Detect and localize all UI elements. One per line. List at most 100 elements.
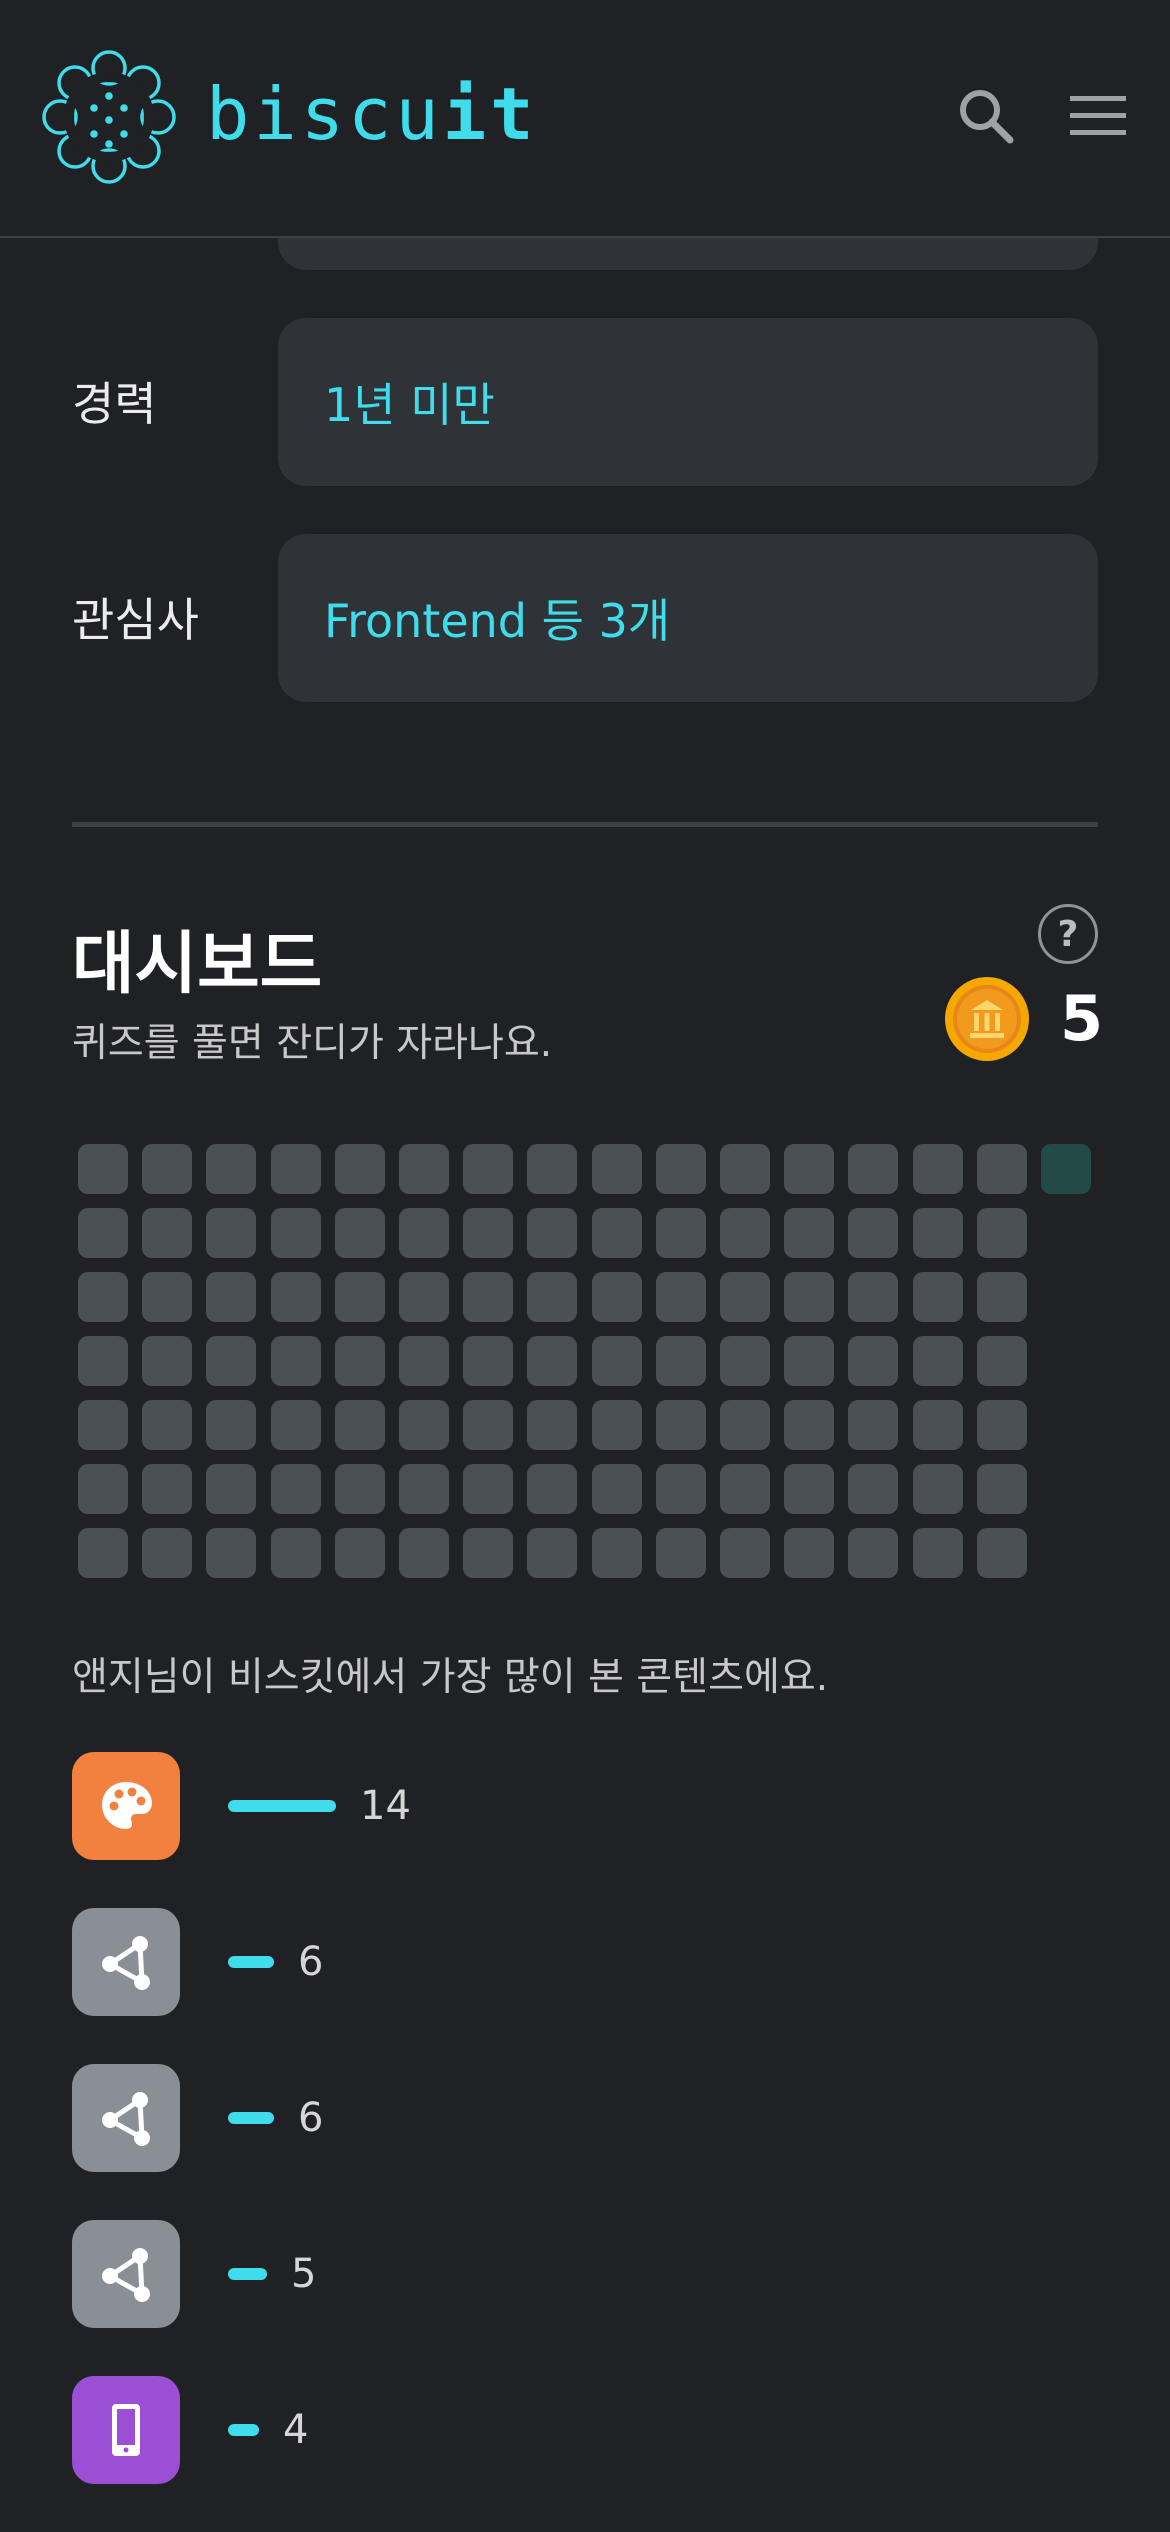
career-value: 1년 미만 [324, 378, 495, 432]
section-divider [72, 822, 1098, 827]
content-item[interactable]: 5 [72, 2220, 772, 2328]
grass-cell [335, 1336, 385, 1386]
content-item[interactable]: 14 [72, 1752, 772, 1860]
grass-cell [463, 1208, 513, 1258]
grass-cell [335, 1144, 385, 1194]
grass-cell [206, 1464, 256, 1514]
logo-prefix: biscu [206, 72, 443, 156]
grass-cell [848, 1464, 898, 1514]
grass-cell [463, 1272, 513, 1322]
logo-wordmark[interactable]: biscuit [206, 78, 537, 150]
grass-cell [1041, 1144, 1091, 1194]
content-view-bar [228, 2424, 259, 2436]
grass-cell [78, 1336, 128, 1386]
grass-cell [271, 1464, 321, 1514]
grass-cell [977, 1272, 1027, 1322]
top-content-subtitle: 앤지님이 비스킷에서 가장 많이 본 콘텐츠에요. [72, 1655, 829, 1700]
grass-cell [142, 1528, 192, 1578]
grass-cell [656, 1464, 706, 1514]
grass-cell [399, 1144, 449, 1194]
grass-cell [463, 1336, 513, 1386]
grass-cell [592, 1464, 642, 1514]
grass-cell [913, 1336, 963, 1386]
content-view-count: 4 [283, 2407, 309, 2453]
grass-cell [335, 1400, 385, 1450]
grass-cell [463, 1144, 513, 1194]
grass-cell [592, 1208, 642, 1258]
grass-cell [913, 1528, 963, 1578]
grass-cell [913, 1144, 963, 1194]
grass-cell [977, 1464, 1027, 1514]
grass-cell [656, 1208, 706, 1258]
menu-button[interactable] [1066, 84, 1130, 148]
coin-count: 5 [1060, 982, 1104, 1055]
grass-cell [656, 1336, 706, 1386]
content-item[interactable]: 4 [72, 2376, 772, 2484]
grass-cell [206, 1144, 256, 1194]
grass-cell [527, 1336, 577, 1386]
grass-cell [399, 1528, 449, 1578]
grass-cell [656, 1272, 706, 1322]
grass-cell [720, 1144, 770, 1194]
help-button[interactable]: ? [1038, 904, 1098, 964]
grass-cell [271, 1144, 321, 1194]
career-field[interactable]: 1년 미만 [278, 318, 1098, 486]
grass-cell [335, 1208, 385, 1258]
grass-cell [592, 1272, 642, 1322]
career-label: 경력 [72, 377, 157, 431]
grass-cell [142, 1208, 192, 1258]
grass-cell [913, 1208, 963, 1258]
content-item[interactable]: 6 [72, 2064, 772, 2172]
grass-cell [399, 1400, 449, 1450]
grass-cell [720, 1272, 770, 1322]
grass-cell [527, 1272, 577, 1322]
grass-cell [784, 1272, 834, 1322]
grass-cell [848, 1272, 898, 1322]
content-view-bar [228, 1800, 336, 1812]
grass-cell [592, 1528, 642, 1578]
biscuit-logo-icon[interactable] [38, 46, 180, 188]
search-button[interactable] [954, 84, 1018, 148]
grass-cell [399, 1336, 449, 1386]
grass-cell [784, 1208, 834, 1258]
grass-cell [527, 1400, 577, 1450]
content-item[interactable]: 6 [72, 1908, 772, 2016]
grass-cell [78, 1208, 128, 1258]
grass-cell [142, 1144, 192, 1194]
content-view-count: 14 [360, 1783, 411, 1829]
grass-cell [527, 1528, 577, 1578]
grass-cell [463, 1528, 513, 1578]
grass-cell [206, 1272, 256, 1322]
grass-cell [913, 1464, 963, 1514]
grass-cell [656, 1528, 706, 1578]
grass-cell [142, 1464, 192, 1514]
search-icon [960, 90, 1014, 144]
grass-cell [78, 1400, 128, 1450]
share-nodes-icon [72, 2064, 180, 2172]
grass-cell [206, 1208, 256, 1258]
mobile-phone-icon [72, 2376, 180, 2484]
content-view-bar [228, 2112, 274, 2124]
grass-cell [977, 1400, 1027, 1450]
grass-cell [463, 1464, 513, 1514]
dashboard-title: 대시보드 [72, 925, 323, 1004]
logo-suffix: it [442, 72, 538, 156]
grass-cell [527, 1144, 577, 1194]
grass-cell [142, 1400, 192, 1450]
grass-cell [592, 1336, 642, 1386]
grass-cell [206, 1400, 256, 1450]
grass-cell [271, 1336, 321, 1386]
grass-cell [977, 1144, 1027, 1194]
interest-field[interactable]: Frontend 등 3개 [278, 534, 1098, 702]
grass-cell [527, 1208, 577, 1258]
grass-cell [720, 1464, 770, 1514]
grass-cell [913, 1272, 963, 1322]
grass-cell [78, 1272, 128, 1322]
grass-cell [271, 1208, 321, 1258]
help-label: ? [1057, 913, 1079, 955]
grass-cell [784, 1144, 834, 1194]
grass-cell [335, 1272, 385, 1322]
content-view-bar [228, 1956, 274, 1968]
coin-icon [945, 977, 1029, 1061]
grass-cell [399, 1464, 449, 1514]
